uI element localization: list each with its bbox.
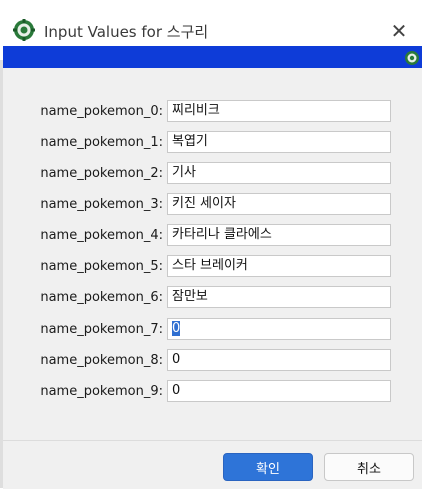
field-label: name_pokemon_9: [40,384,163,399]
field-label: name_pokemon_2: [40,166,163,181]
name-pokemon-9-input[interactable]: 0 [167,380,391,402]
field-label: name_pokemon_5: [40,259,163,274]
name-pokemon-3-input[interactable]: 키진 세이자 [167,193,391,215]
field-row-3: name_pokemon_3: 키진 세이자 [3,193,422,217]
field-row-4: name_pokemon_4: 카타리나 클라에스 [3,224,422,248]
name-pokemon-5-input[interactable]: 스타 브레이커 [167,255,391,277]
name-pokemon-1-input[interactable]: 복엽기 [167,131,391,153]
field-row-1: name_pokemon_1: 복엽기 [3,131,422,155]
app-gear-icon [13,19,35,41]
field-row-6: name_pokemon_6: 잠만보 [3,286,422,310]
name-pokemon-2-input[interactable]: 기사 [167,162,391,184]
button-bar: 확인 취소 [3,440,422,489]
cancel-button[interactable]: 취소 [324,453,414,481]
name-pokemon-0-input[interactable]: 찌리비크 [167,100,391,122]
field-row-9: name_pokemon_9: 0 [3,380,422,404]
field-label: name_pokemon_6: [40,290,163,305]
window-title: Input Values for 스구리 [44,23,209,41]
field-label: name_pokemon_7: [40,322,163,337]
name-pokemon-7-input[interactable]: 0 [167,318,391,340]
field-row-7: name_pokemon_7: 0 [3,318,422,342]
accent-bar [3,46,422,68]
field-label: name_pokemon_1: [40,135,163,150]
name-pokemon-6-input[interactable]: 잠만보 [167,286,391,308]
close-icon: ✕ [390,19,408,43]
input-form: name_pokemon_0: 찌리비크 name_pokemon_1: 복엽기… [3,68,422,440]
field-row-5: name_pokemon_5: 스타 브레이커 [3,255,422,279]
field-label: name_pokemon_0: [40,104,163,119]
small-gear-icon [405,51,419,65]
selected-text: 0 [172,321,181,336]
field-label: name_pokemon_3: [40,197,163,212]
name-pokemon-4-input[interactable]: 카타리나 클라에스 [167,224,391,246]
field-label: name_pokemon_8: [40,353,163,368]
field-row-0: name_pokemon_0: 찌리비크 [3,100,422,124]
field-row-2: name_pokemon_2: 기사 [3,162,422,186]
close-button[interactable]: ✕ [384,16,414,46]
name-pokemon-8-input[interactable]: 0 [167,349,391,371]
field-label: name_pokemon_4: [40,228,163,243]
field-row-8: name_pokemon_8: 0 [3,349,422,373]
ok-button[interactable]: 확인 [223,453,313,481]
